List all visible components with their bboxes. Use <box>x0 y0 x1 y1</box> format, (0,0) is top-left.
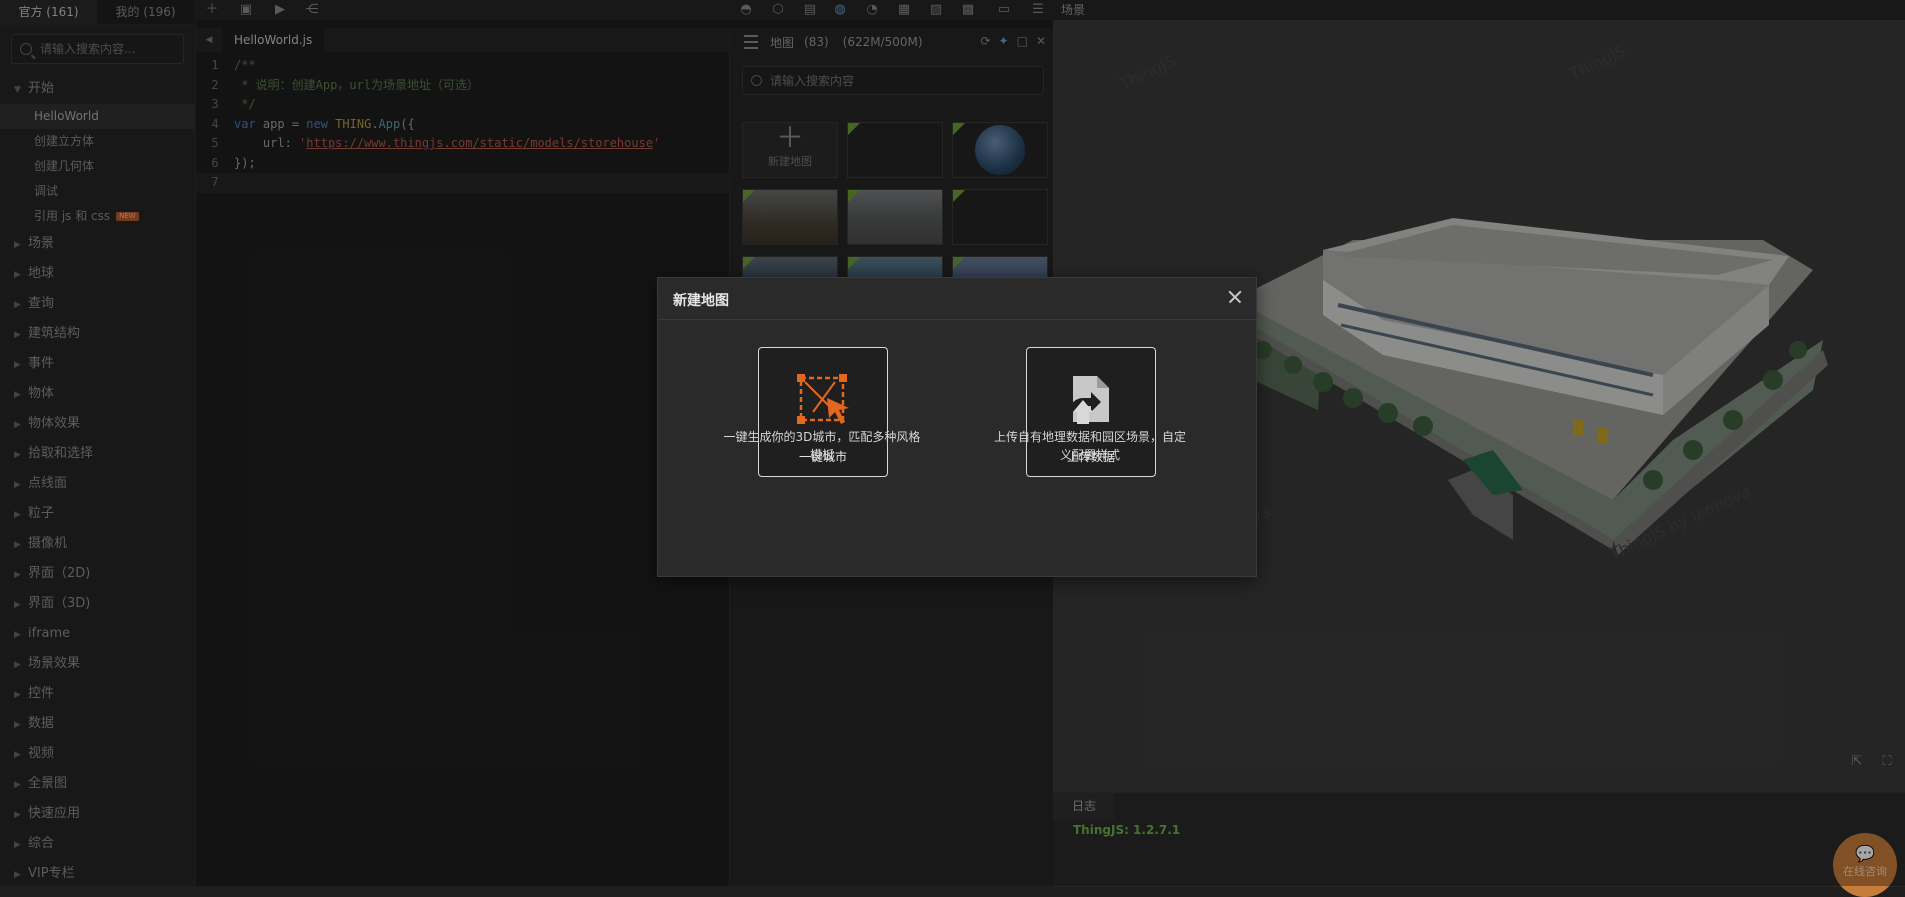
description-line: 一键生成你的3D城市，匹配多种风格 <box>723 430 921 444</box>
new-map-dialog: 新建地图 一键城市 上传数据 一键生成你的3D城市，匹配多种风格 模板 上传自有… <box>657 277 1257 577</box>
upload-file-icon <box>1069 376 1109 424</box>
dialog-title: 新建地图 <box>673 293 729 309</box>
close-icon[interactable] <box>1224 286 1246 308</box>
option-description: 一键生成你的3D城市，匹配多种风格 模板 <box>708 428 936 464</box>
city-frame-icon <box>797 374 849 424</box>
dialog-header: 新建地图 <box>658 278 1256 320</box>
description-line: 义配置样式 <box>1059 448 1120 462</box>
description-line: 上传自有地理数据和园区场景，自定 <box>993 430 1186 444</box>
description-line: 模板 <box>809 448 834 462</box>
option-description: 上传自有地理数据和园区场景，自定 义配置样式 <box>976 428 1204 464</box>
